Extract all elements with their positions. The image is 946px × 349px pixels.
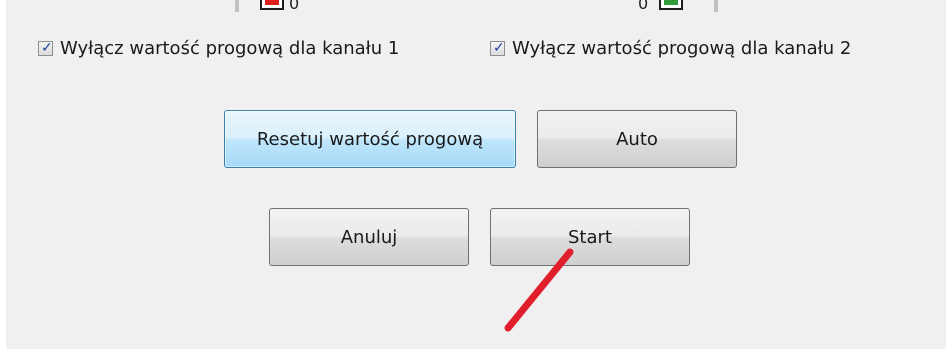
cancel-button[interactable]: Anuluj [269, 208, 469, 266]
threshold-slider-area: 0 0 [6, 0, 946, 14]
auto-button[interactable]: Auto [537, 110, 737, 168]
checkbox-checked-icon[interactable]: ✓ [38, 40, 53, 56]
channel2-slider-tick[interactable] [714, 0, 718, 12]
disable-threshold-channel1-checkbox[interactable]: ✓ Wyłącz wartość progową dla kanału 1 [38, 38, 399, 59]
channel1-value: 0 [289, 0, 300, 13]
channel2-color-swatch [659, 0, 683, 10]
checkbox-label: Wyłącz wartość progową dla kanału 1 [60, 38, 400, 59]
channel2-value: 0 [638, 0, 649, 13]
channel1-slider-tick[interactable] [235, 0, 239, 12]
disable-threshold-channel2-checkbox[interactable]: ✓ Wyłącz wartość progową dla kanału 2 [490, 38, 851, 59]
start-button[interactable]: Start [490, 208, 690, 266]
reset-threshold-button[interactable]: Resetuj wartość progową [224, 110, 516, 168]
channel1-color-swatch [260, 0, 284, 10]
dialog-window: 0 0 ✓ Wyłącz wartość progową dla kanału … [6, 0, 946, 349]
checkbox-label: Wyłącz wartość progową dla kanału 2 [512, 38, 852, 59]
checkbox-checked-icon[interactable]: ✓ [490, 40, 505, 56]
